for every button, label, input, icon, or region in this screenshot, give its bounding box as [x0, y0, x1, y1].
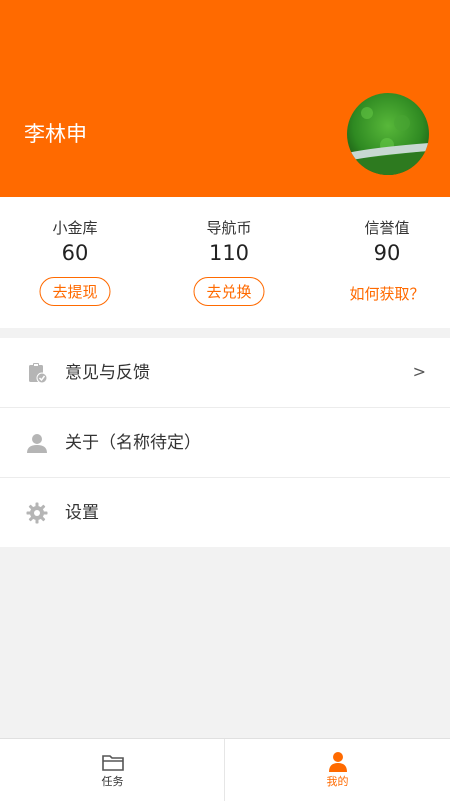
stat-value: 60	[61, 241, 89, 265]
settings-menu: 意见与反馈 > 关于（名称待定） 设置	[0, 338, 450, 547]
stat-label: 小金库	[52, 219, 98, 237]
menu-item-settings[interactable]: 设置	[0, 478, 450, 547]
menu-item-label: 关于（名称待定）	[65, 433, 201, 453]
withdraw-button[interactable]: 去提现	[39, 277, 111, 306]
person-icon	[326, 751, 350, 773]
stat-value: 90	[373, 241, 401, 265]
folder-icon	[101, 751, 125, 773]
tab-label: 任务	[101, 775, 124, 788]
tab-tasks[interactable]: 任务	[0, 739, 225, 801]
menu-item-label: 意见与反馈	[65, 363, 150, 383]
menu-item-label: 设置	[65, 503, 99, 523]
stat-label: 导航币	[206, 219, 252, 237]
menu-item-feedback[interactable]: 意见与反馈 >	[0, 338, 450, 408]
avatar-image	[347, 93, 429, 175]
stat-credit: 信誉值 90 如何获取？	[312, 197, 450, 328]
profile-header: 李林申	[0, 0, 450, 197]
bottom-tab-bar: 任务 我的	[0, 738, 450, 801]
tab-label: 我的	[326, 775, 349, 788]
menu-item-about[interactable]: 关于（名称待定）	[0, 408, 450, 478]
stat-wallet: 小金库 60 去提现	[0, 197, 150, 328]
stat-value: 110	[208, 241, 250, 265]
stat-label: 信誉值	[364, 219, 410, 237]
clipboard-icon	[26, 362, 48, 384]
gear-icon	[26, 502, 48, 524]
exchange-button[interactable]: 去兑换	[193, 277, 265, 306]
chevron-right-icon: >	[412, 362, 426, 381]
how-to-get-link[interactable]: 如何获取？	[312, 283, 450, 304]
user-name: 李林申	[24, 122, 87, 146]
stats-panel: 小金库 60 去提现 导航币 110 去兑换 信誉值 90 如何获取？	[0, 197, 450, 328]
stat-coins: 导航币 110 去兑换	[154, 197, 304, 328]
user-icon	[26, 432, 48, 454]
avatar[interactable]	[347, 93, 429, 175]
tab-mine[interactable]: 我的	[225, 739, 450, 801]
